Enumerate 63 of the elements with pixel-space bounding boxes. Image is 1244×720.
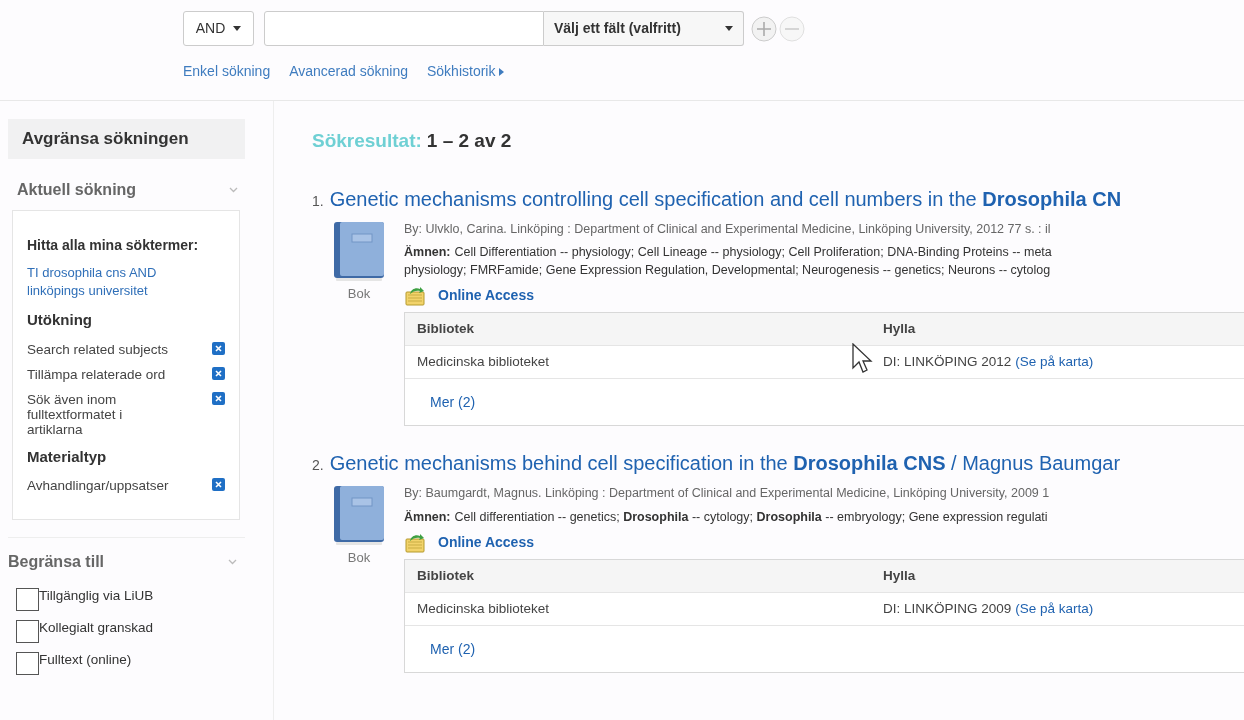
section-heading: Begränsa till [8,552,105,572]
column-header: Bibliotek [416,566,475,585]
checkbox-label: Fulltext (online) [39,651,132,670]
remove-icon[interactable] [212,366,225,380]
column-header: Bibliotek [416,320,475,339]
group-heading: Materialtyp [27,446,108,467]
subjects-label: Ämnen: [404,244,451,262]
more-link[interactable]: Mer (2) [430,391,476,413]
caret-down-icon [725,26,733,31]
query-link[interactable]: TI drosophila cns AND linköpings universitet [27,264,192,300]
caret-down-icon [233,26,242,31]
applied-filter: Sök även inom fulltextformatet i artiklarna [27,391,124,437]
sidebar-title: Avgränsa sökningen [8,119,245,159]
search-mode-link[interactable]: Avancerad sökning [289,61,408,82]
folder-arrow-icon [404,285,426,306]
checkbox[interactable] [16,588,39,611]
subjects-label: Ämnen: [404,509,451,526]
applied-filter: Search related subjects [27,341,170,357]
subject-list: physiology; FMRFamide; Gene Expression Regulation, Developmental; Neurogenesis -- genetics; Neurons -- cytolog [404,261,1051,280]
checkbox[interactable] [16,620,39,643]
result-title-link[interactable]: Genetic mechanisms controlling cell specification and cell numbers in the Drosophila CN [329,183,1122,214]
subject-list: Cell Differentiation -- physiology; Cell Lineage -- physiology; Cell Proliferation; DNA-Binding Proteins -- meta [454,243,1052,262]
subject-list: Cell differentiation -- genetics; Drosophila -- cytology; Drosophila -- embryology; Gene expression regulati [454,508,1048,526]
group-heading: Utökning [27,310,93,330]
search-field[interactable] [264,11,544,46]
format-label: Bok [347,284,371,303]
search-mode-link[interactable]: Enkel sökning [183,61,271,82]
applied-filter: Avhandlingar/uppsatser [27,478,170,493]
table-cell: Medicinska biblioteket [417,600,550,616]
remove-icon[interactable] [212,391,225,405]
find-all-label: Hitta alla mina söktermer: [27,236,200,254]
checkbox-label: Kollegialt granskad [39,619,154,638]
operator-dropdown[interactable]: AND [183,11,254,46]
online-access-link[interactable]: Online Access [438,532,534,553]
checkbox-label: Tillgänglig via LiUB [39,587,154,606]
column-header: Hylla [883,566,916,585]
result-number: 2. [312,456,324,476]
table-cell-text: DI: LINKÖPING 2009 [883,599,1012,618]
field-dropdown[interactable]: Välj ett fält (valfritt) [544,11,744,46]
book-icon [332,484,386,547]
publication-info: By: Ulvklo, Carina. Linköping : Department of Clinical and Experimental Medicine, Linköping University, 2012 77 s. : il [404,220,1052,238]
result-title-link[interactable]: Genetic mechanisms behind cell specification in the Drosophila CNS / Magnus Baumgar [329,448,1121,479]
checkbox[interactable] [16,652,39,675]
more-link[interactable]: Mer (2) [430,638,476,660]
table-cell: Medicinska biblioteket [417,354,550,370]
results-count: 1 – 2 av 2 [426,129,512,153]
remove-icon[interactable] [212,341,225,355]
publication-info: By: Baumgardt, Magnus. Linköping : Department of Clinical and Experimental Medicine, Linköping University, 2009 1 [404,485,1051,503]
result-number: 1. [312,191,324,211]
online-access-link[interactable]: Online Access [438,285,534,307]
results-label: Sökresultat: [312,129,422,153]
map-link[interactable]: (Se på karta) [1015,598,1094,620]
search-mode-link[interactable]: Sökhistorik [427,61,505,82]
applied-filter: Tillämpa relaterade ord [27,366,167,382]
book-icon [332,219,386,282]
format-label: Bok [347,549,371,568]
map-link[interactable]: (Se på karta) [1015,352,1094,373]
remove-icon[interactable] [212,478,225,491]
folder-arrow-icon [404,532,426,553]
section-heading: Aktuell sökning [17,180,137,200]
caret-right-icon [499,67,505,76]
column-header: Hylla [883,320,916,339]
table-cell-text: DI: LINKÖPING 2012 [883,353,1012,372]
